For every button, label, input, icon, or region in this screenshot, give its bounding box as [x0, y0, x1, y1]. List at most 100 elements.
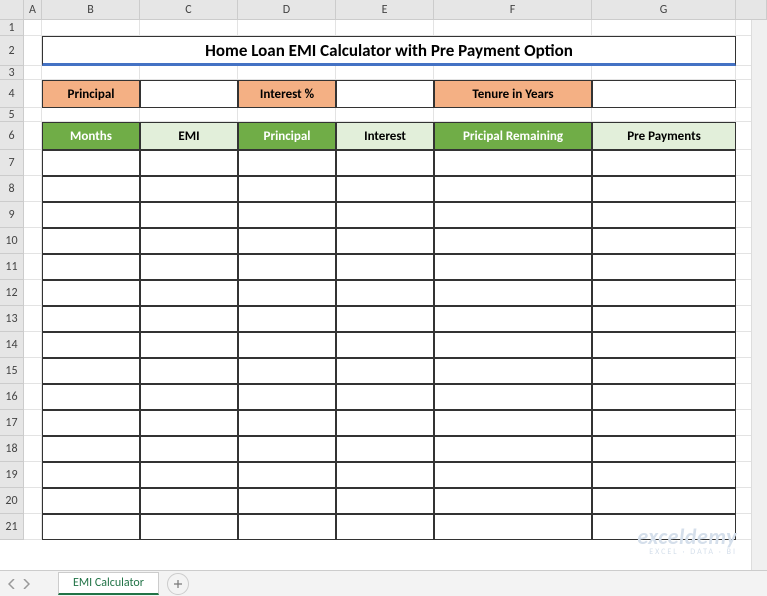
principal-input[interactable]	[140, 80, 238, 108]
cell-emi-21[interactable]	[140, 514, 238, 540]
cell-remaining-12[interactable]	[434, 280, 592, 306]
cell-a10[interactable]	[24, 228, 42, 254]
cell-remaining-14[interactable]	[434, 332, 592, 358]
cell-months-13[interactable]	[42, 306, 140, 332]
cell-principal-17[interactable]	[238, 410, 336, 436]
th-principal[interactable]: Principal	[238, 122, 336, 150]
cell-a18[interactable]	[24, 436, 42, 462]
principal-label[interactable]: Principal	[42, 80, 140, 108]
cell-interest-15[interactable]	[336, 358, 434, 384]
cell-a7[interactable]	[24, 150, 42, 176]
cell-a16[interactable]	[24, 384, 42, 410]
cell-principal-8[interactable]	[238, 176, 336, 202]
cell-a13[interactable]	[24, 306, 42, 332]
cell-a6[interactable]	[24, 122, 42, 150]
cell-a12[interactable]	[24, 280, 42, 306]
cell-prepay-18[interactable]	[592, 436, 736, 462]
cell-months-17[interactable]	[42, 410, 140, 436]
col-header-c[interactable]: C	[140, 0, 238, 19]
cell-interest-14[interactable]	[336, 332, 434, 358]
cell-g5[interactable]	[592, 108, 736, 122]
row-header-16[interactable]: 16	[0, 384, 24, 410]
row-header-7[interactable]: 7	[0, 150, 24, 176]
cell-principal-11[interactable]	[238, 254, 336, 280]
cell-months-21[interactable]	[42, 514, 140, 540]
cell-principal-10[interactable]	[238, 228, 336, 254]
th-months[interactable]: Months	[42, 122, 140, 150]
cell-emi-10[interactable]	[140, 228, 238, 254]
cell-prepay-10[interactable]	[592, 228, 736, 254]
cell-months-12[interactable]	[42, 280, 140, 306]
cell-principal-19[interactable]	[238, 462, 336, 488]
row-header-10[interactable]: 10	[0, 228, 24, 254]
tab-prev-icon[interactable]	[8, 579, 16, 589]
cell-prepay-12[interactable]	[592, 280, 736, 306]
cell-emi-12[interactable]	[140, 280, 238, 306]
cell-principal-18[interactable]	[238, 436, 336, 462]
row-header-15[interactable]: 15	[0, 358, 24, 384]
cell-a1[interactable]	[24, 20, 42, 36]
cell-a15[interactable]	[24, 358, 42, 384]
cell-emi-20[interactable]	[140, 488, 238, 514]
cell-f3[interactable]	[434, 66, 592, 80]
cell-prepay-19[interactable]	[592, 462, 736, 488]
cell-e1[interactable]	[336, 20, 434, 36]
cell-remaining-19[interactable]	[434, 462, 592, 488]
cell-remaining-17[interactable]	[434, 410, 592, 436]
cell-a2[interactable]	[24, 36, 42, 66]
row-header-14[interactable]: 14	[0, 332, 24, 358]
col-header-d[interactable]: D	[238, 0, 336, 19]
cell-prepay-13[interactable]	[592, 306, 736, 332]
cell-b1[interactable]	[42, 20, 140, 36]
cell-prepay-15[interactable]	[592, 358, 736, 384]
cell-months-11[interactable]	[42, 254, 140, 280]
cell-remaining-10[interactable]	[434, 228, 592, 254]
tenure-input[interactable]	[592, 80, 736, 108]
row-header-5[interactable]: 5	[0, 108, 24, 122]
cell-remaining-11[interactable]	[434, 254, 592, 280]
cell-remaining-21[interactable]	[434, 514, 592, 540]
cell-remaining-20[interactable]	[434, 488, 592, 514]
cell-emi-17[interactable]	[140, 410, 238, 436]
cell-a19[interactable]	[24, 462, 42, 488]
cell-prepay-21[interactable]	[592, 514, 736, 540]
cell-g3[interactable]	[592, 66, 736, 80]
row-header-3[interactable]: 3	[0, 66, 24, 80]
cell-remaining-18[interactable]	[434, 436, 592, 462]
cell-prepay-14[interactable]	[592, 332, 736, 358]
cell-prepay-11[interactable]	[592, 254, 736, 280]
cell-g1[interactable]	[592, 20, 736, 36]
cell-a3[interactable]	[24, 66, 42, 80]
cell-months-10[interactable]	[42, 228, 140, 254]
cell-prepay-16[interactable]	[592, 384, 736, 410]
cell-a4[interactable]	[24, 80, 42, 108]
cell-emi-7[interactable]	[140, 150, 238, 176]
cell-interest-12[interactable]	[336, 280, 434, 306]
cell-prepay-17[interactable]	[592, 410, 736, 436]
cell-remaining-16[interactable]	[434, 384, 592, 410]
cell-interest-11[interactable]	[336, 254, 434, 280]
cell-emi-15[interactable]	[140, 358, 238, 384]
row-header-20[interactable]: 20	[0, 488, 24, 514]
cell-f1[interactable]	[434, 20, 592, 36]
cell-remaining-8[interactable]	[434, 176, 592, 202]
col-header-b[interactable]: B	[42, 0, 140, 19]
col-header-f[interactable]: F	[434, 0, 592, 19]
cell-interest-13[interactable]	[336, 306, 434, 332]
row-header-11[interactable]: 11	[0, 254, 24, 280]
cell-a21[interactable]	[24, 514, 42, 540]
cell-d1[interactable]	[238, 20, 336, 36]
cell-interest-9[interactable]	[336, 202, 434, 228]
cell-a9[interactable]	[24, 202, 42, 228]
cell-months-19[interactable]	[42, 462, 140, 488]
sheet-tab-active[interactable]: EMI Calculator	[58, 572, 159, 595]
cell-principal-21[interactable]	[238, 514, 336, 540]
cell-principal-14[interactable]	[238, 332, 336, 358]
cell-remaining-15[interactable]	[434, 358, 592, 384]
cell-interest-18[interactable]	[336, 436, 434, 462]
cell-emi-8[interactable]	[140, 176, 238, 202]
cell-principal-16[interactable]	[238, 384, 336, 410]
add-sheet-button[interactable]	[167, 573, 189, 595]
cell-principal-7[interactable]	[238, 150, 336, 176]
cell-months-16[interactable]	[42, 384, 140, 410]
